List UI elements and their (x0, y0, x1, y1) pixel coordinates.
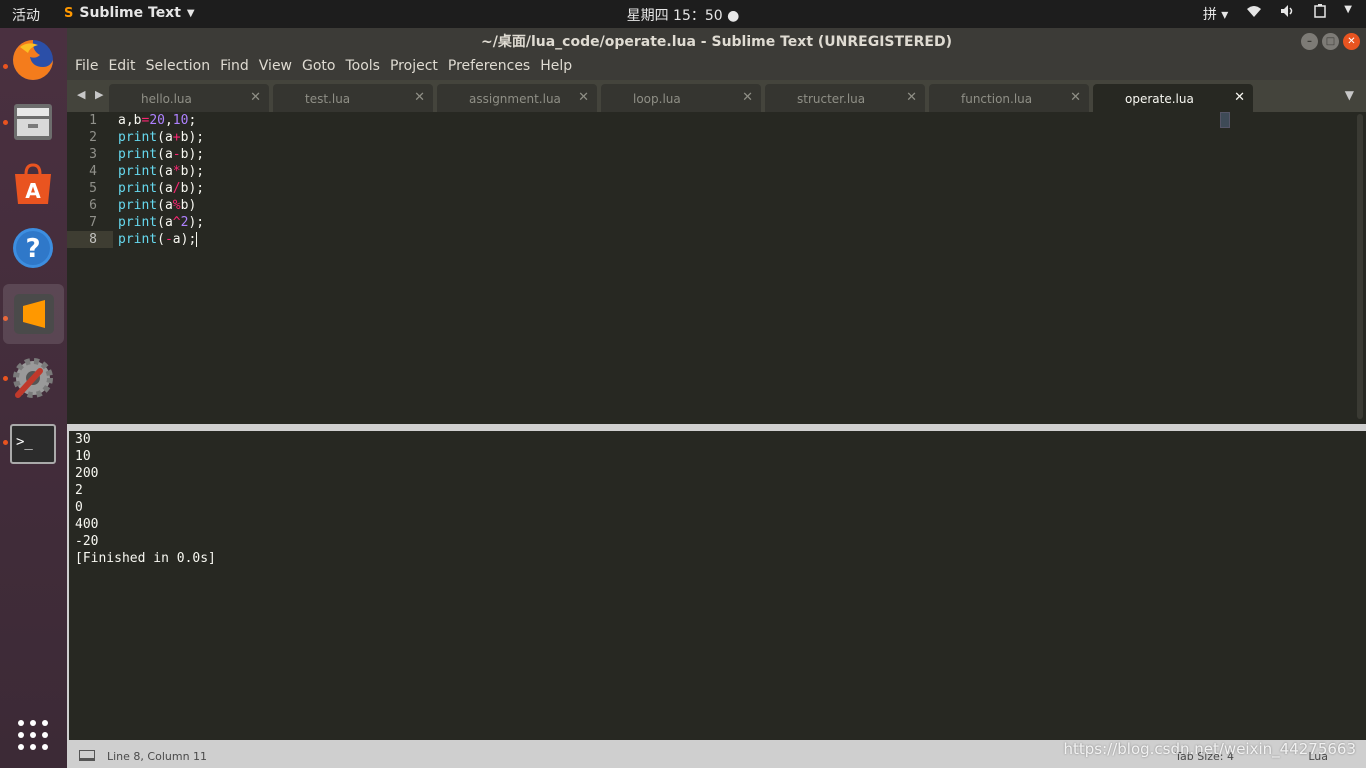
tab-overflow-chevron-icon[interactable]: ▼ (1345, 88, 1354, 102)
running-indicator (3, 376, 8, 381)
panel-splitter[interactable] (67, 424, 1366, 431)
text-cursor (196, 232, 198, 247)
tab-close-icon[interactable]: ✕ (414, 90, 425, 105)
tab-label: function.lua (961, 92, 1033, 106)
tab-label: hello.lua (141, 92, 192, 106)
menu-tools[interactable]: Tools (345, 56, 386, 80)
minimize-button[interactable]: – (1301, 33, 1318, 50)
help-icon[interactable]: ? (9, 224, 57, 272)
ime-indicator[interactable]: 拼 ▾ (1203, 4, 1228, 24)
tab-nav-arrows-icon[interactable]: ◀ ▶ (77, 88, 106, 101)
code-line[interactable]: print(a%b) (118, 197, 196, 214)
tab-label: loop.lua (633, 92, 681, 106)
menu-find[interactable]: Find (220, 56, 255, 80)
tab-close-icon[interactable]: ✕ (742, 90, 753, 105)
top-panel: 活动 S Sublime Text ▼ 星期四 15：50 ● 拼 ▾ ▼ (0, 0, 1366, 28)
running-indicator (3, 120, 8, 125)
tab-close-icon[interactable]: ✕ (578, 90, 589, 105)
tab-function-lua[interactable]: function.lua ✕ (929, 84, 1089, 112)
running-indicator (3, 440, 8, 445)
volume-icon[interactable] (1280, 4, 1296, 24)
firefox-icon[interactable] (9, 36, 57, 84)
menu-preferences[interactable]: Preferences (448, 56, 536, 80)
build-output-panel[interactable]: 30 10 200 2 0 400 -20 [Finished in 0.0s] (67, 431, 1366, 740)
code-line[interactable]: print(a^2); (118, 214, 204, 231)
line-number: 4 (89, 164, 97, 179)
line-number: 6 (89, 198, 97, 213)
output-line: 30 (75, 432, 91, 447)
code-editor[interactable]: 1 2 3 4 5 6 7 8 a,b=20,10; print(a+b); p… (67, 112, 1366, 424)
menu-goto[interactable]: Goto (302, 56, 341, 80)
tab-close-icon[interactable]: ✕ (1070, 90, 1081, 105)
output-line: [Finished in 0.0s] (75, 551, 216, 566)
running-indicator (3, 64, 8, 69)
svg-text:?: ? (25, 234, 40, 264)
launcher-dock: A ? >_ (0, 28, 67, 768)
tab-operate-lua[interactable]: operate.lua ✕ (1093, 84, 1253, 112)
menu-selection[interactable]: Selection (146, 56, 217, 80)
svg-text:>_: >_ (16, 434, 33, 450)
clock[interactable]: 星期四 15：50 ● (0, 5, 1366, 25)
terminal-icon[interactable]: >_ (9, 420, 57, 468)
tab-close-icon[interactable]: ✕ (250, 90, 261, 105)
settings-icon[interactable] (9, 354, 57, 402)
menu-project[interactable]: Project (390, 56, 444, 80)
panel-toggle-icon[interactable] (79, 750, 95, 761)
line-number: 8 (89, 232, 97, 247)
tab-bar: ◀ ▶ hello.lua ✕ test.lua ✕ assignment.lu… (67, 80, 1366, 112)
menu-file[interactable]: File (75, 56, 104, 80)
files-icon[interactable] (9, 98, 57, 146)
line-number: 7 (89, 215, 97, 230)
wifi-icon[interactable] (1246, 4, 1262, 24)
menu-view[interactable]: View (259, 56, 298, 80)
svg-text:A: A (25, 179, 41, 203)
output-line: 400 (75, 517, 99, 532)
system-tray[interactable]: 拼 ▾ ▼ (1203, 4, 1352, 24)
window-title: ~/桌面/lua_code/operate.lua - Sublime Text… (481, 34, 952, 50)
tab-test-lua[interactable]: test.lua ✕ (273, 84, 433, 112)
system-menu-arrow-icon[interactable]: ▼ (1344, 4, 1352, 24)
watermark: https://blog.csdn.net/weixin_44275663 (1063, 740, 1356, 758)
line-number-gutter: 1 2 3 4 5 6 7 8 (67, 112, 113, 424)
show-applications-icon[interactable] (9, 711, 57, 759)
window-titlebar[interactable]: ~/桌面/lua_code/operate.lua - Sublime Text… (67, 28, 1366, 56)
close-button[interactable]: ✕ (1343, 33, 1360, 50)
tab-close-icon[interactable]: ✕ (906, 90, 917, 105)
tab-label: structer.lua (797, 92, 866, 106)
menu-bar: File Edit Selection Find View Goto Tools… (67, 56, 1366, 80)
menu-help[interactable]: Help (540, 56, 578, 80)
cursor-position: Line 8, Column 11 (107, 750, 208, 763)
tab-label: operate.lua (1125, 92, 1194, 106)
tab-label: assignment.lua (469, 92, 561, 106)
menu-edit[interactable]: Edit (108, 56, 141, 80)
vertical-scrollbar[interactable] (1357, 114, 1363, 419)
line-number: 2 (89, 130, 97, 145)
sublime-text-dock-icon[interactable] (3, 284, 64, 344)
code-line[interactable]: print(a-b); (118, 146, 204, 163)
output-line: -20 (75, 534, 99, 549)
line-number: 5 (89, 181, 97, 196)
tab-assignment-lua[interactable]: assignment.lua ✕ (437, 84, 597, 112)
code-line[interactable]: print(a*b); (118, 163, 204, 180)
battery-icon[interactable] (1314, 4, 1327, 24)
code-line[interactable]: a,b=20,10; (118, 112, 196, 129)
tab-hello-lua[interactable]: hello.lua ✕ (109, 84, 269, 112)
line-number: 3 (89, 147, 97, 162)
code-line[interactable]: print(a/b); (118, 180, 204, 197)
tab-close-icon[interactable]: ✕ (1234, 90, 1245, 105)
software-center-icon[interactable]: A (9, 160, 57, 208)
code-line[interactable]: print(a+b); (118, 129, 204, 146)
tab-label: test.lua (305, 92, 351, 106)
output-line: 2 (75, 483, 83, 498)
maximize-button[interactable]: □ (1322, 33, 1339, 50)
minimap[interactable] (1220, 112, 1230, 128)
output-line: 0 (75, 500, 83, 515)
tab-loop-lua[interactable]: loop.lua ✕ (601, 84, 761, 112)
output-line: 200 (75, 466, 99, 481)
tab-structer-lua[interactable]: structer.lua ✕ (765, 84, 925, 112)
code-line[interactable]: print(-a); (118, 231, 198, 248)
line-number: 1 (89, 113, 97, 128)
output-line: 10 (75, 449, 91, 464)
